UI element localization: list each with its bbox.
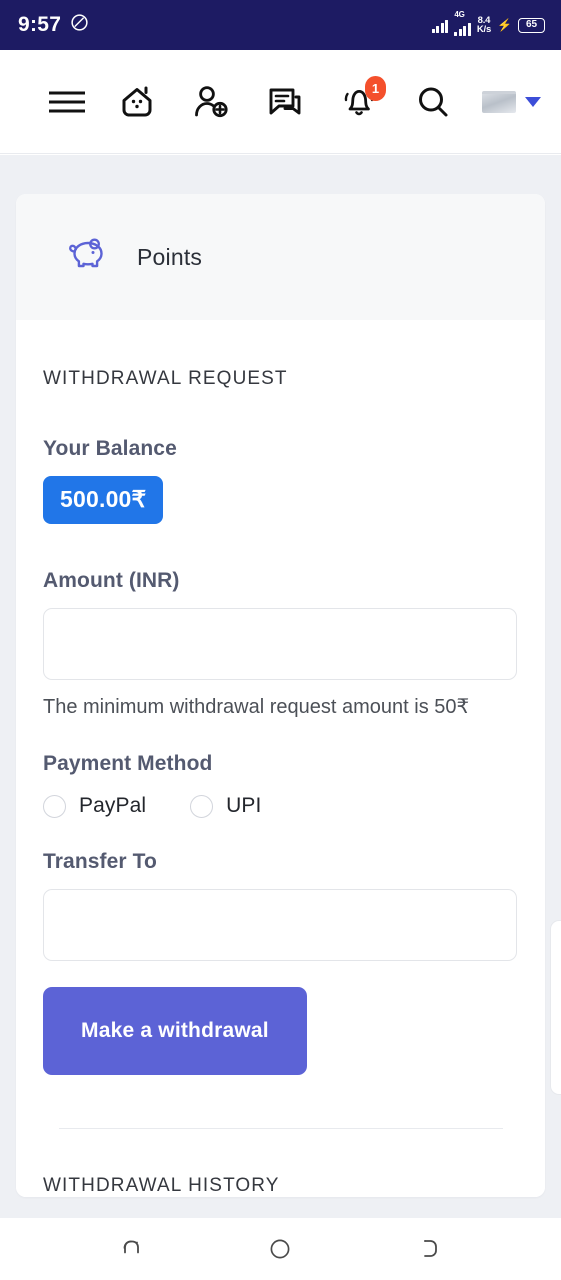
section-divider (59, 1128, 503, 1130)
battery-percent-label: 65 (525, 19, 538, 30)
do-not-disturb-icon (70, 13, 89, 37)
radio-label-paypal: PayPal (79, 794, 147, 818)
signal-strength-sim1-icon (431, 18, 449, 33)
notification-badge: 1 (365, 75, 386, 101)
account-menu-button[interactable] (482, 90, 541, 113)
charging-bolt-icon: ⚡ (497, 18, 512, 32)
search-icon[interactable] (396, 74, 470, 130)
android-navigation-bar (0, 1218, 561, 1280)
payment-method-group: PayPal UPI (43, 794, 517, 818)
scrollbar[interactable] (550, 920, 561, 1095)
radio-circle-upi[interactable] (190, 794, 214, 818)
section-caption-withdrawal-request: WITHDRAWAL REQUEST (43, 368, 288, 389)
balance-label: Your Balance (43, 437, 177, 460)
payment-method-label: Payment Method (43, 752, 213, 776)
card-title: Points (137, 243, 203, 270)
network-type-label: 4G (454, 10, 465, 19)
home-icon[interactable] (100, 74, 174, 130)
battery-icon: 65 (518, 17, 545, 33)
android-recents-button[interactable] (402, 1227, 458, 1271)
radio-option-upi[interactable]: UPI (190, 794, 261, 818)
amount-label: Amount (INR) (43, 569, 180, 592)
points-card-header: Points (16, 194, 545, 320)
android-back-button[interactable] (103, 1227, 159, 1271)
notifications-icon[interactable]: 1 (322, 74, 396, 130)
app-navigation-bar: 1 (0, 50, 561, 154)
add-friend-icon[interactable] (174, 74, 248, 130)
withdrawal-form: WITHDRAWAL REQUEST Your Balance 500.00₹ … (16, 320, 545, 1198)
status-bar: 9:57 4G 8.4 K/s ⚡ 65 (0, 0, 561, 50)
amount-input[interactable] (43, 608, 517, 680)
piggy-bank-icon (64, 235, 110, 280)
radio-label-upi: UPI (226, 794, 262, 818)
section-caption-withdrawal-history: WITHDRAWAL HISTORY (43, 1175, 280, 1197)
amount-helper-text: The minimum withdrawal request amount is… (43, 696, 470, 718)
radio-option-paypal[interactable]: PayPal (43, 794, 146, 818)
radio-circle-paypal[interactable] (43, 794, 66, 818)
menu-icon[interactable] (34, 74, 100, 130)
chevron-down-icon (525, 96, 541, 107)
status-bar-left: 9:57 (18, 13, 89, 37)
avatar (482, 90, 516, 113)
android-home-button[interactable] (252, 1227, 308, 1271)
make-withdrawal-button[interactable]: Make a withdrawal (43, 987, 307, 1076)
signal-strength-sim2-icon: 4G (454, 10, 471, 36)
page-content: Points WITHDRAWAL REQUEST Your Balance 5… (0, 155, 561, 1218)
network-speed-indicator: 8.4 K/s (476, 15, 492, 35)
balance-badge: 500.00₹ (43, 476, 164, 524)
messages-icon[interactable] (248, 74, 322, 130)
status-time: 9:57 (18, 13, 62, 36)
points-card: Points WITHDRAWAL REQUEST Your Balance 5… (16, 194, 545, 1198)
transfer-to-label: Transfer To (43, 850, 157, 874)
status-bar-right: 4G 8.4 K/s ⚡ 65 (431, 10, 545, 36)
transfer-to-input[interactable] (43, 889, 517, 962)
network-speed-unit: K/s (476, 24, 492, 35)
